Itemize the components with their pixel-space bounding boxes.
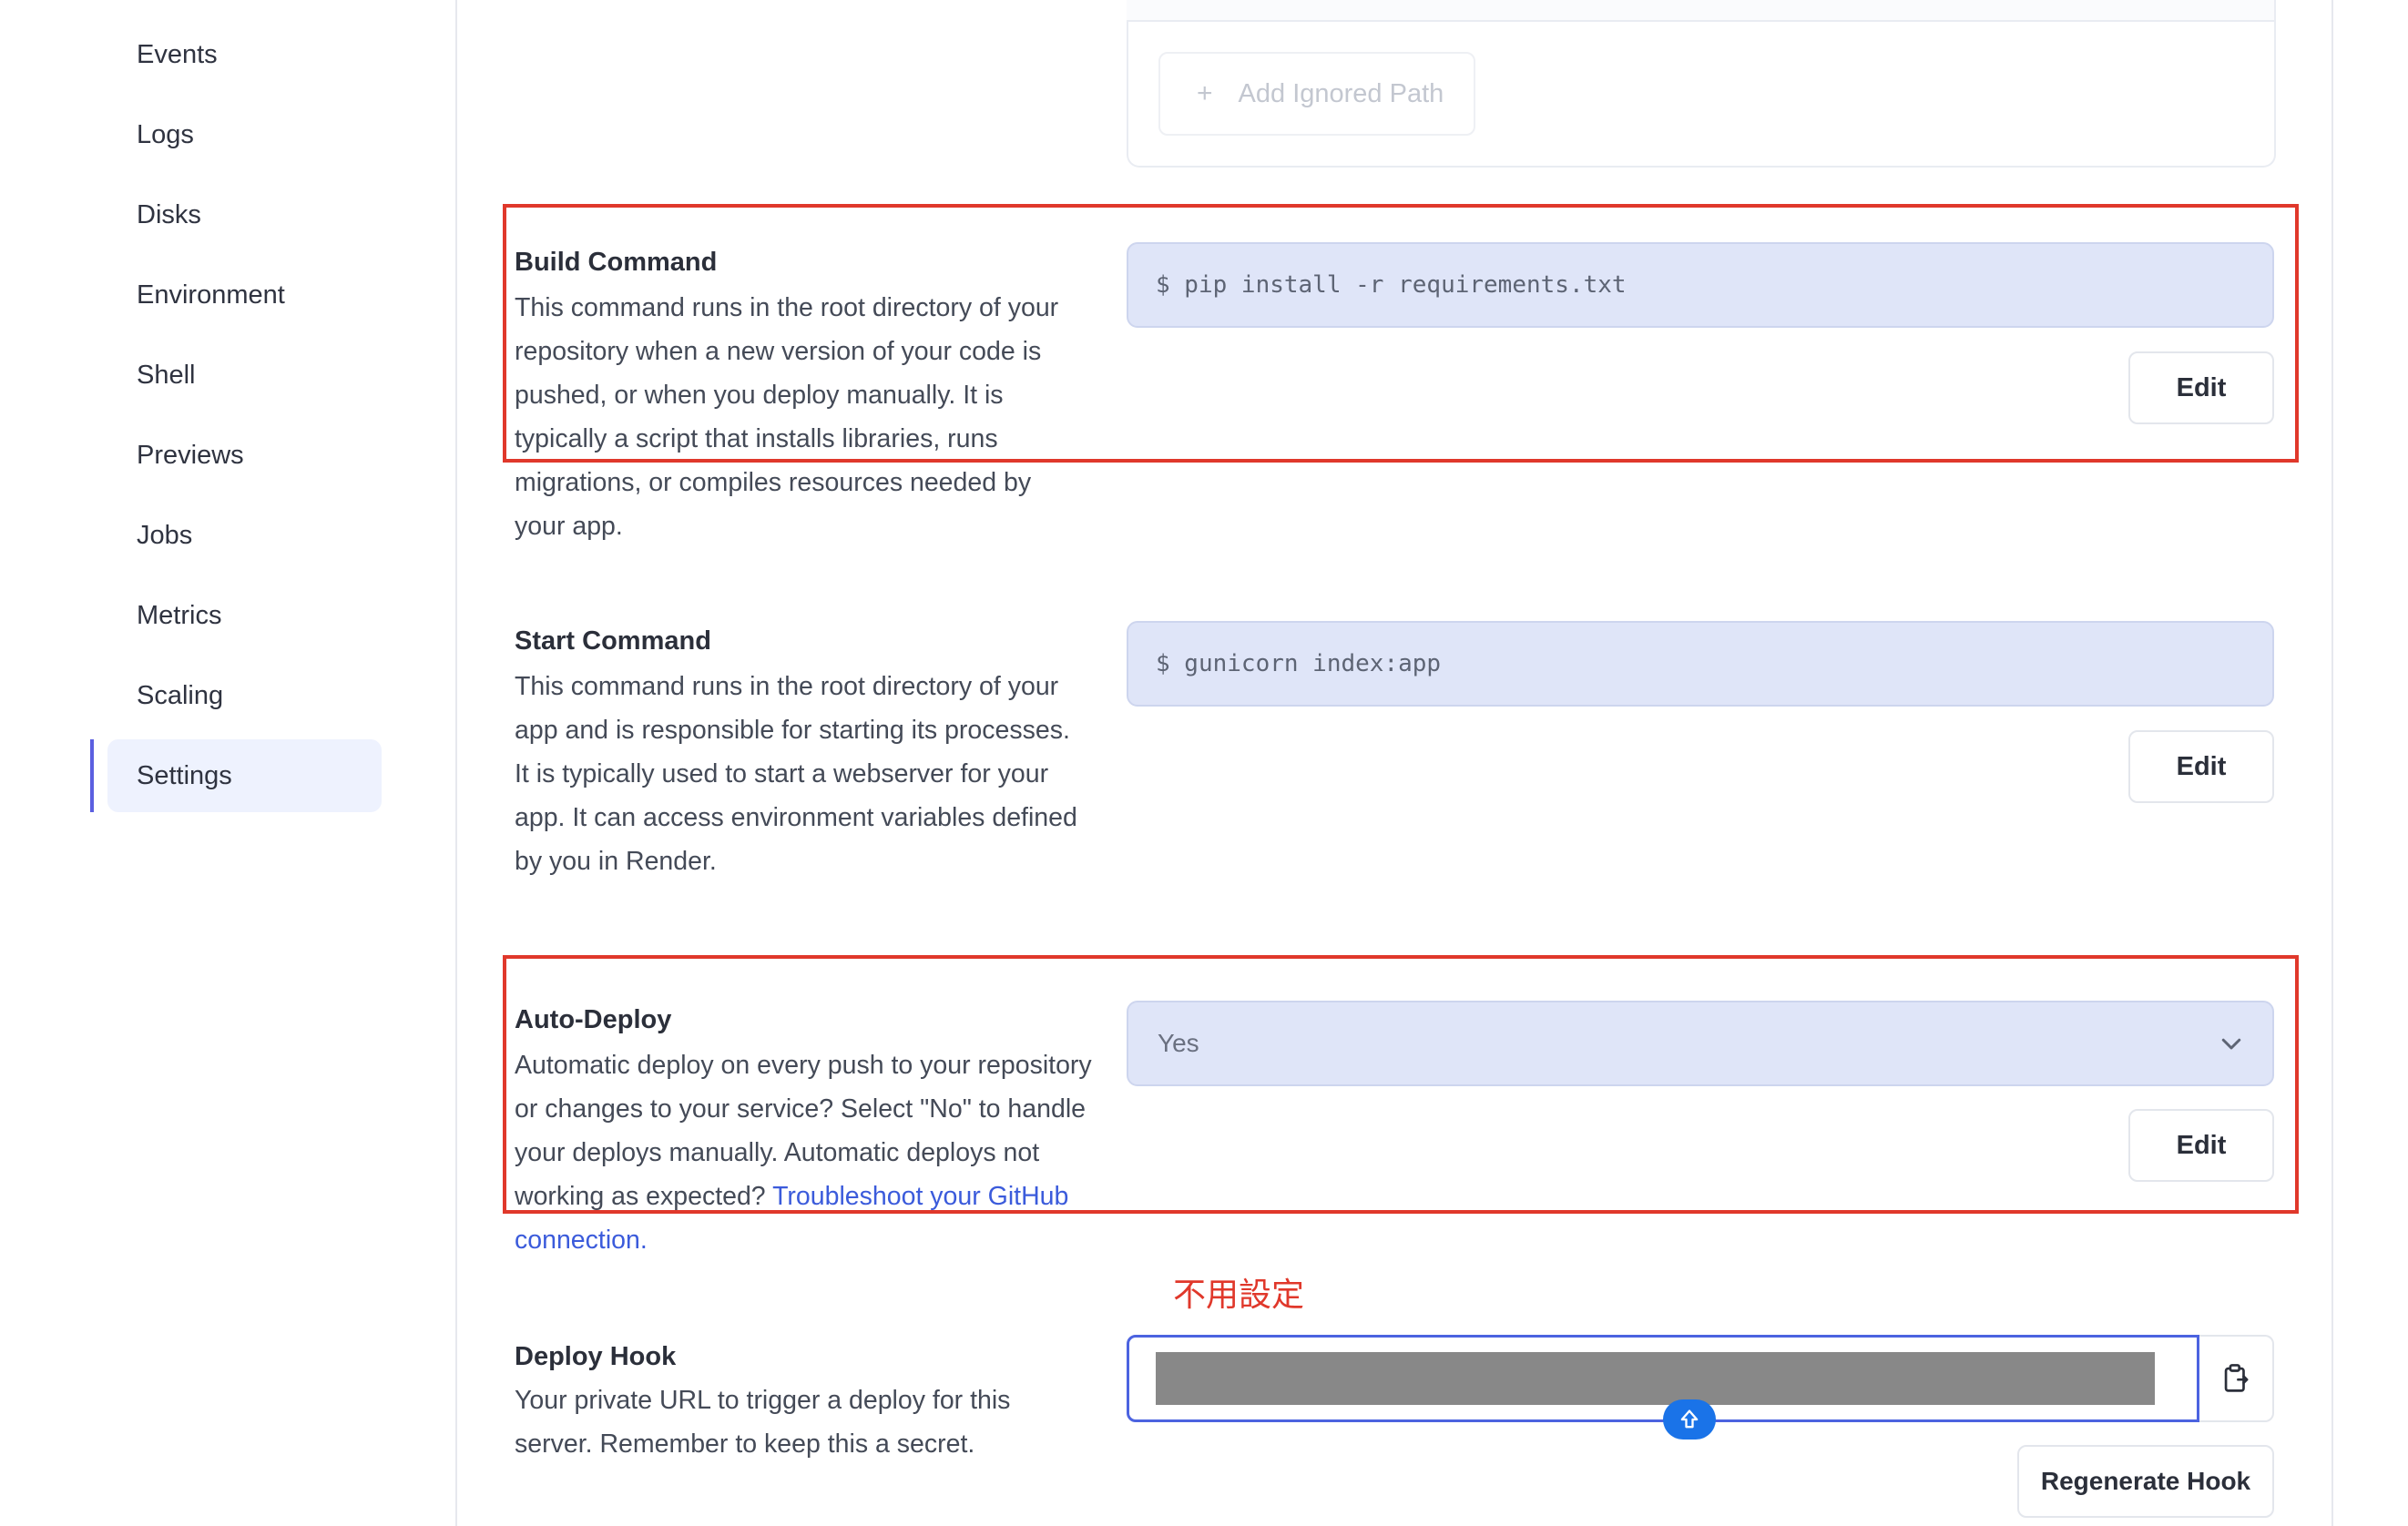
ignored-paths-list-bottom	[1127, 0, 2274, 22]
sidebar-divider	[455, 0, 457, 1526]
sidebar-item-logs[interactable]: Logs	[137, 117, 194, 153]
sidebar-item-metrics[interactable]: Metrics	[137, 597, 221, 634]
annotation-box-build-command	[503, 204, 2299, 463]
deploy-hook-description: Your private URL to trigger a deploy for…	[515, 1386, 1011, 1459]
sidebar: Events Logs Disks Environment Shell Prev…	[0, 0, 455, 1526]
deploy-hook-title: Deploy Hook	[515, 1342, 677, 1371]
sidebar-item-shell[interactable]: Shell	[137, 357, 196, 393]
content-right-border	[2331, 0, 2333, 1526]
sidebar-item-jobs[interactable]: Jobs	[137, 517, 192, 554]
start-command-description: This command runs in the root directory …	[515, 672, 1077, 876]
sidebar-item-previews[interactable]: Previews	[137, 437, 244, 473]
copy-hook-button[interactable]	[2199, 1335, 2274, 1422]
writing-assistant-icon[interactable]	[1663, 1399, 1716, 1440]
start-command-edit-button[interactable]: Edit	[2128, 730, 2274, 803]
start-command-title: Start Command	[515, 626, 711, 656]
sidebar-item-environment[interactable]: Environment	[137, 277, 285, 313]
annotation-box-auto-deploy	[503, 955, 2299, 1214]
add-ignored-path-label: Add Ignored Path	[1238, 78, 1444, 108]
sidebar-active-indicator	[90, 739, 94, 812]
annotation-note: 不用設定	[1173, 1277, 1305, 1314]
clipboard-icon	[2224, 1364, 2249, 1392]
regenerate-hook-button[interactable]: Regenerate Hook	[2017, 1445, 2274, 1518]
sidebar-item-scaling[interactable]: Scaling	[137, 677, 223, 714]
settings-page: Events Logs Disks Environment Shell Prev…	[0, 0, 2408, 1526]
sidebar-item-events[interactable]: Events	[137, 36, 218, 73]
plus-icon: +	[1197, 78, 1213, 108]
deploy-hook-redacted-url	[1156, 1352, 2155, 1405]
arrow-up-icon	[1680, 1409, 1699, 1429]
add-ignored-path-button[interactable]: + Add Ignored Path	[1158, 52, 1475, 136]
start-command-field[interactable]: $ gunicorn index:app	[1127, 621, 2274, 707]
sidebar-item-settings[interactable]: Settings	[137, 758, 232, 794]
sidebar-item-disks[interactable]: Disks	[137, 197, 201, 233]
